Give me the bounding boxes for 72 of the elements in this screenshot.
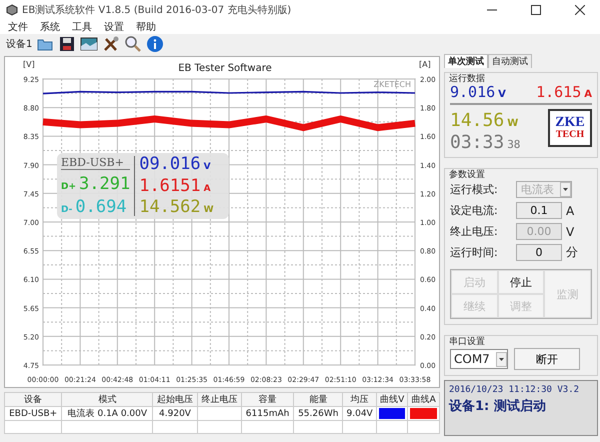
port-select[interactable]: COM7: [450, 349, 508, 369]
chart-title: EB Tester Software: [178, 63, 272, 74]
status-text: 2016/10/23 11:12:30 V3.2: [449, 385, 580, 395]
device-label: 设备1: [6, 38, 32, 51]
device-name: EBD-USB+: [61, 156, 130, 170]
power-value: 14.562: [139, 199, 201, 216]
parameter-label: 终止电压:: [450, 224, 499, 239]
axis-label: [A]: [419, 60, 431, 69]
unit-label: V: [204, 162, 211, 172]
axis-label: [V]: [23, 60, 35, 69]
dplus-label: D+: [61, 182, 76, 192]
menu-item[interactable]: 设置: [104, 20, 124, 34]
close-icon[interactable]: [575, 5, 585, 15]
search-icon[interactable]: [124, 35, 142, 53]
save-icon[interactable]: [58, 35, 76, 53]
tools-icon[interactable]: [102, 35, 120, 53]
column-header: 曲线A: [408, 392, 440, 406]
image-icon[interactable]: [80, 35, 98, 53]
input-field[interactable]: 0: [516, 244, 562, 261]
group-title: 串口设置: [449, 336, 485, 348]
maximize-icon[interactable]: [531, 5, 541, 15]
dplus-value: 3.291: [79, 176, 130, 193]
menu-item[interactable]: 文件: [8, 20, 28, 34]
unit-label: A: [584, 89, 592, 100]
table-cell: EBD-USB+: [4, 406, 62, 420]
elapsed-time: 03:33: [450, 134, 504, 152]
current-value: 1.615: [536, 85, 582, 100]
status-text: 设备1: 测试启动: [449, 398, 547, 415]
group-title: 运行数据: [449, 73, 485, 85]
column-header: 模式: [62, 392, 153, 406]
input-field[interactable]: 0.1: [516, 202, 562, 219]
group-title: 参数设置: [449, 169, 485, 181]
column-header: 终止电压: [197, 392, 242, 406]
parameter-label: 设定电流:: [450, 203, 499, 218]
column-header: 设备: [4, 392, 62, 406]
action-button[interactable]: 停止: [498, 270, 544, 294]
current-value: 1.6151: [139, 178, 201, 194]
column-header: 曲线V: [376, 392, 408, 406]
dminus-value: 0.694: [75, 199, 127, 216]
app-icon: [6, 4, 18, 16]
tab[interactable]: 单次测试: [444, 54, 488, 68]
dminus-label: D-: [61, 205, 72, 215]
table-cell: 55.26Wh: [294, 406, 343, 420]
parameter-label: 运行时间:: [450, 245, 499, 260]
info-icon[interactable]: [146, 35, 164, 53]
disconnect-button[interactable]: 断开: [514, 348, 580, 370]
elapsed-seconds: 38: [507, 139, 520, 150]
column-header: 容量: [241, 392, 294, 406]
unit-label: A: [566, 204, 574, 218]
table-cell: 6115mAh: [241, 406, 294, 420]
unit-label: V: [566, 224, 574, 238]
unit-label: W: [507, 118, 518, 129]
unit-label: W: [204, 205, 214, 215]
column-header: 能量: [294, 392, 343, 406]
table-cell: 4.920V: [152, 406, 198, 420]
power-value: 14.56: [450, 112, 504, 130]
logo: ZKE TECH: [548, 109, 592, 147]
unit-label: A: [204, 184, 211, 194]
menu-item[interactable]: 系统: [40, 20, 60, 34]
tab[interactable]: 自动测试: [488, 54, 532, 68]
menu-item[interactable]: 工具: [72, 20, 92, 34]
unit-label: 分: [566, 244, 578, 261]
voltage-value: 9.016: [450, 85, 496, 100]
unit-label: V: [498, 89, 506, 100]
menu-item[interactable]: 帮助: [136, 20, 156, 34]
parameter-label: 运行模式:: [450, 182, 499, 197]
table-cell: 电流表 0.1A 0.00V: [62, 406, 153, 420]
window-title: EB测试系统软件 V1.8.5 (Build 2016-03-07 充电头特别版): [22, 4, 292, 17]
voltage-value: 09.016: [139, 156, 201, 173]
column-header: 均压: [342, 392, 376, 406]
column-header: 起始电压: [152, 392, 198, 406]
table-cell: 9.04V: [342, 406, 376, 420]
